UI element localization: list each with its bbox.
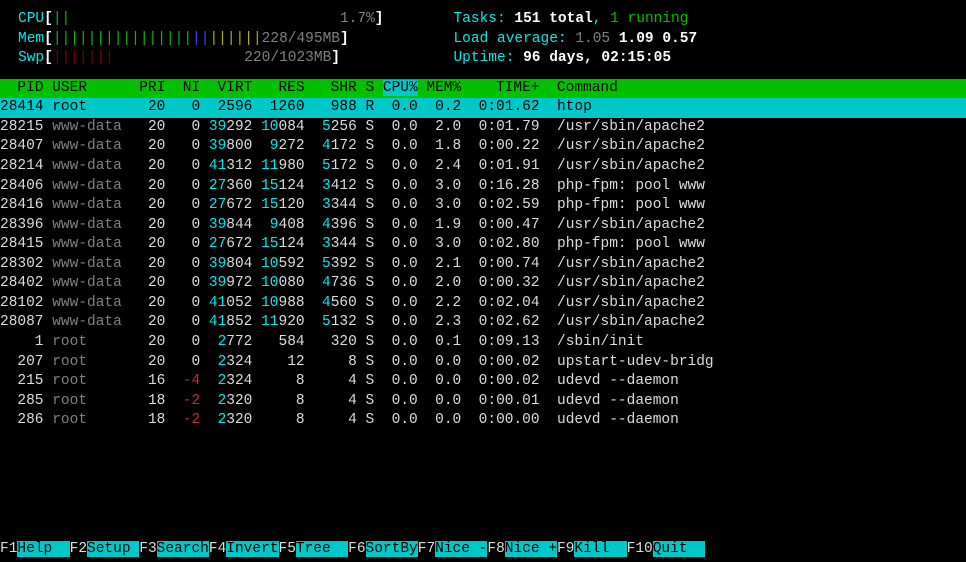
load-stat: Load average: 1.05 1.09 0.57 bbox=[453, 30, 697, 50]
cpu-meter: CPU[|| 1.7%] bbox=[18, 10, 383, 30]
fkey-label-F1[interactable]: Help bbox=[17, 541, 69, 557]
process-row[interactable]: 215 root 16 -4 2324 8 4 S 0.0 0.0 0:00.0… bbox=[0, 372, 966, 392]
header: CPU[|| 1.7%] Mem[|||||||||||||||||||||||… bbox=[0, 10, 966, 79]
fkey-F7[interactable]: F7 bbox=[418, 541, 435, 557]
process-table: PID USER PRI NI VIRT RES SHR S CPU% MEM%… bbox=[0, 79, 966, 431]
fkey-F5[interactable]: F5 bbox=[279, 541, 296, 557]
process-row[interactable]: 286 root 18 -2 2320 8 4 S 0.0 0.0 0:00.0… bbox=[0, 411, 966, 431]
stats: Tasks: 151 total, 1 running Load average… bbox=[453, 10, 697, 69]
process-row[interactable]: 28214 www-data 20 0 41312 11980 5172 S 0… bbox=[0, 157, 966, 177]
process-row[interactable]: 28414 root 20 0 2596 1260 988 R 0.0 0.2 … bbox=[0, 98, 966, 118]
fkey-F8[interactable]: F8 bbox=[487, 541, 504, 557]
mem-meter: Mem[||||||||||||||||||||||||228/495MB] bbox=[18, 30, 383, 50]
fkey-label-F10[interactable]: Quit bbox=[653, 541, 705, 557]
process-row[interactable]: 28416 www-data 20 0 27672 15120 3344 S 0… bbox=[0, 196, 966, 216]
process-row[interactable]: 28087 www-data 20 0 41852 11920 5132 S 0… bbox=[0, 313, 966, 333]
swp-meter: Swp[||||||| 220/1023MB] bbox=[18, 49, 383, 69]
process-row[interactable]: 28396 www-data 20 0 39844 9408 4396 S 0.… bbox=[0, 216, 966, 236]
fkey-F3[interactable]: F3 bbox=[139, 541, 156, 557]
fkey-F4[interactable]: F4 bbox=[209, 541, 226, 557]
function-keys: F1Help F2Setup F3SearchF4InvertF5Tree F6… bbox=[0, 540, 705, 560]
fkey-label-F5[interactable]: Tree bbox=[296, 541, 348, 557]
fkey-F2[interactable]: F2 bbox=[70, 541, 87, 557]
fkey-label-F2[interactable]: Setup bbox=[87, 541, 139, 557]
fkey-F10[interactable]: F10 bbox=[627, 541, 653, 557]
process-row[interactable]: 28406 www-data 20 0 27360 15124 3412 S 0… bbox=[0, 177, 966, 197]
fkey-F9[interactable]: F9 bbox=[557, 541, 574, 557]
process-row[interactable]: 285 root 18 -2 2320 8 4 S 0.0 0.0 0:00.0… bbox=[0, 392, 966, 412]
fkey-label-F4[interactable]: Invert bbox=[226, 541, 278, 557]
fkey-label-F3[interactable]: Search bbox=[157, 541, 209, 557]
process-row[interactable]: 28302 www-data 20 0 39804 10592 5392 S 0… bbox=[0, 255, 966, 275]
process-row[interactable]: 28415 www-data 20 0 27672 15124 3344 S 0… bbox=[0, 235, 966, 255]
fkey-label-F8[interactable]: Nice + bbox=[505, 541, 557, 557]
process-row[interactable]: 28407 www-data 20 0 39800 9272 4172 S 0.… bbox=[0, 137, 966, 157]
process-row[interactable]: 28102 www-data 20 0 41052 10988 4560 S 0… bbox=[0, 294, 966, 314]
column-header[interactable]: PID USER PRI NI VIRT RES SHR S CPU% MEM%… bbox=[0, 79, 966, 99]
fkey-label-F6[interactable]: SortBy bbox=[366, 541, 418, 557]
process-row[interactable]: 28215 www-data 20 0 39292 10084 5256 S 0… bbox=[0, 118, 966, 138]
uptime-stat: Uptime: 96 days, 02:15:05 bbox=[453, 49, 697, 69]
fkey-label-F7[interactable]: Nice - bbox=[435, 541, 487, 557]
process-row[interactable]: 207 root 20 0 2324 12 8 S 0.0 0.0 0:00.0… bbox=[0, 353, 966, 373]
fkey-F1[interactable]: F1 bbox=[0, 541, 17, 557]
tasks-stat: Tasks: 151 total, 1 running bbox=[453, 10, 697, 30]
fkey-F6[interactable]: F6 bbox=[348, 541, 365, 557]
meters: CPU[|| 1.7%] Mem[|||||||||||||||||||||||… bbox=[18, 10, 383, 69]
process-row[interactable]: 1 root 20 0 2772 584 320 S 0.0 0.1 0:09.… bbox=[0, 333, 966, 353]
fkey-label-F9[interactable]: Kill bbox=[574, 541, 626, 557]
process-row[interactable]: 28402 www-data 20 0 39972 10080 4736 S 0… bbox=[0, 274, 966, 294]
